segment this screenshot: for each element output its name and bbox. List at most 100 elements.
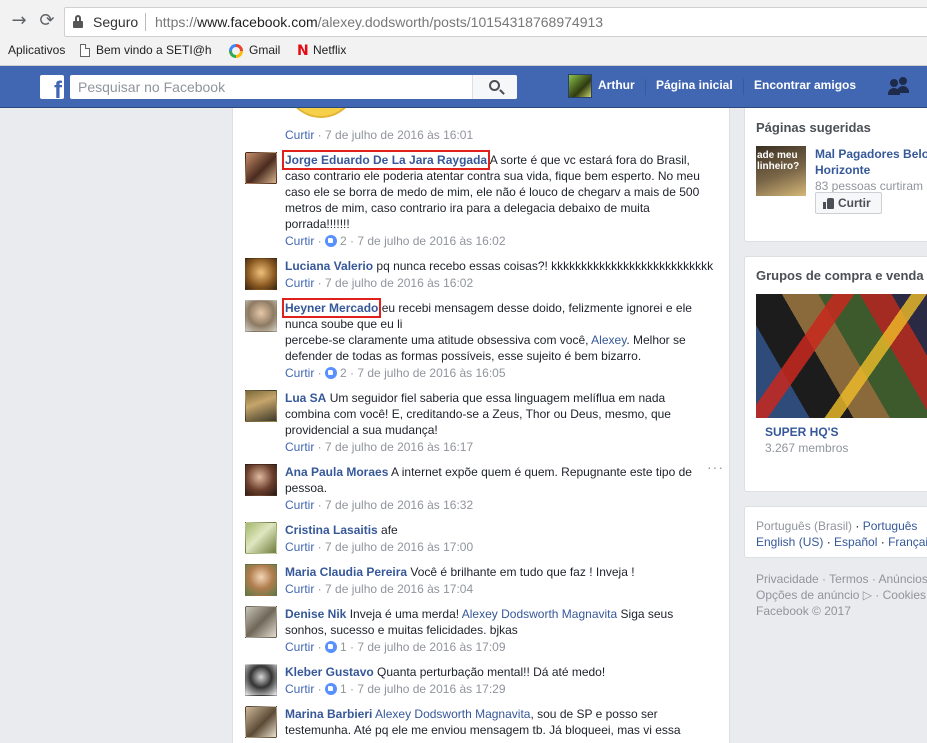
sticker-image [285,108,357,118]
card-title: Páginas sugeridas [756,120,871,135]
commenter-name[interactable]: Kleber Gustavo [285,665,374,679]
commenter-name[interactable]: Jorge Eduardo De La Jara Raygada [281,150,491,170]
suggested-page-name[interactable]: Horizonte [815,162,927,178]
commenter-name[interactable]: Denise Nik [285,607,346,621]
comment-date[interactable]: 7 de julho de 2016 às 17:29 [357,682,505,696]
commenter-avatar[interactable] [245,152,277,184]
mention-link[interactable]: Alexey Dodsworth Magnavita [375,707,530,721]
search-input[interactable] [70,75,470,99]
comment-date[interactable]: 7 de julho de 2016 às 16:17 [325,440,473,454]
commenter-name[interactable]: Cristina Lasaitis [285,523,378,537]
card-title: Grupos de compra e venda [756,268,924,283]
language-link[interactable]: Español [834,535,877,549]
mention-link[interactable]: Alexey Dodsworth Magnavita [462,607,617,621]
comment-date[interactable]: 7 de julho de 2016 às 17:09 [357,640,505,654]
copyright-text: Facebook © 2017 [756,604,851,618]
commenter-name[interactable]: Lua SA [285,391,326,405]
commenter-name[interactable]: Heyner Mercado [281,298,382,318]
commenter-avatar[interactable] [245,706,277,738]
bookmark-apps[interactable]: Aplicativos [8,43,65,57]
like-link[interactable]: Curtir [285,640,314,654]
nav-divider [743,79,744,95]
commenter-name[interactable]: Ana Paula Moraes [285,465,388,479]
bookmark-netflix[interactable]: N Netflix [297,43,346,58]
commenter-avatar[interactable] [245,522,277,554]
commenter-name[interactable]: Marina Barbieri [285,707,372,721]
commenter-name[interactable]: Luciana Valerio [285,259,373,273]
language-link[interactable]: Françai [888,535,927,549]
like-count[interactable]: 2 [340,234,347,248]
commenter-avatar[interactable] [245,606,277,638]
bookmark-gmail[interactable]: Gmail [229,43,280,58]
comment-text: eu recebi mensagem desse doido, felizmen… [381,301,692,315]
like-link[interactable]: Curtir [285,440,314,454]
comment-text: caso contrario ele poderia atentar contr… [285,169,700,183]
more-options-icon[interactable]: ··· [707,459,724,475]
comment-date[interactable]: 7 de julho de 2016 às 16:02 [325,276,473,290]
comment-meta: Curtir · 7 de julho de 2016 às 16:32 [285,498,474,512]
comments-panel: Curtir · 7 de julho de 2016 às 16:01 Jor… [232,108,730,743]
group-name[interactable]: SUPER HQ'S [765,425,839,439]
cookies-link[interactable]: · Cookies [872,588,926,602]
commenter-avatar[interactable] [245,564,277,596]
like-link[interactable]: Curtir [285,498,314,512]
user-avatar[interactable] [568,74,592,98]
like-icon [325,235,338,247]
like-count[interactable]: 1 [340,682,347,696]
like-icon [325,641,338,653]
bookmark-seti[interactable]: Bem vindo a SETI@h [80,43,212,58]
like-link[interactable]: Curtir [285,128,314,142]
page-thumbnail[interactable]: ade meu linheiro? [756,146,806,196]
like-link[interactable]: Curtir [285,540,314,554]
reload-icon[interactable]: ⟳ [34,8,60,34]
comment-text: sonhos, sucesso e muitas felicidades. bj… [285,623,518,637]
search-button[interactable] [472,75,517,99]
like-count[interactable]: 1 [340,640,347,654]
like-page-button[interactable]: Curtir [815,192,882,214]
home-link[interactable]: Página inicial [656,78,733,92]
language-link[interactable]: English (US) [756,535,823,549]
find-friends-link[interactable]: Encontrar amigos [754,78,856,92]
comment-text: testemunha. Até pq ele me enviou mensage… [285,723,681,737]
mention-link[interactable]: Alexey [591,333,626,347]
profile-link[interactable]: Arthur [598,78,635,92]
group-cover-image[interactable] [756,294,927,418]
commenter-avatar[interactable] [245,300,277,332]
footer-links: Privacidade · Termos · Anúncios [756,571,927,587]
comment-date[interactable]: 7 de julho de 2016 às 16:05 [357,366,505,380]
footer-copyright: Facebook © 2017 [756,603,851,619]
commenter-name[interactable]: Maria Claudia Pereira [285,565,407,579]
like-link[interactable]: Curtir [285,582,314,596]
address-bar[interactable]: Seguro https://www.facebook.com/alexey.d… [64,7,927,37]
footer-links-text[interactable]: Privacidade · Termos · Anúncios [756,572,927,586]
comment-date[interactable]: 7 de julho de 2016 às 16:02 [357,234,505,248]
comment-text: Inveja é uma merda! [349,607,462,621]
comment-text: Você é brilhante em tudo que faz ! Invej… [410,565,635,579]
forward-arrow-icon[interactable]: → [6,8,32,34]
like-count[interactable]: 2 [340,366,347,380]
like-link[interactable]: Curtir [285,366,314,380]
netflix-icon: N [297,42,309,59]
comment-meta: Curtir · 1 · 7 de julho de 2016 às 17:09 [285,640,506,654]
search-icon [489,80,500,91]
facebook-logo-icon[interactable]: f [40,75,64,99]
comment-date[interactable]: 7 de julho de 2016 às 17:04 [325,582,473,596]
commenter-avatar[interactable] [245,390,277,422]
commenter-avatar[interactable] [245,464,277,496]
language-link[interactable]: Português [863,519,918,533]
comment-date[interactable]: 7 de julho de 2016 às 17:00 [325,540,473,554]
url-text[interactable]: https://www.facebook.com/alexey.dodswort… [155,14,603,30]
comment-text: nunca soube que eu li [285,317,403,331]
like-link[interactable]: Curtir [285,682,314,696]
comment-date[interactable]: 7 de julho de 2016 às 16:01 [325,128,473,142]
commenter-avatar[interactable] [245,664,277,696]
suggested-page-name[interactable]: Mal Pagadores Belo [815,146,927,162]
ad-choices-icon: ▷ [859,588,872,602]
like-link[interactable]: Curtir [285,234,314,248]
friend-requests-icon[interactable] [888,77,910,97]
comment-text: . Melhor se [626,333,686,347]
commenter-avatar[interactable] [245,258,277,290]
like-link[interactable]: Curtir [285,276,314,290]
comment-date[interactable]: 7 de julho de 2016 às 16:32 [325,498,473,512]
ad-choices-link[interactable]: Opções de anúncio [756,588,859,602]
